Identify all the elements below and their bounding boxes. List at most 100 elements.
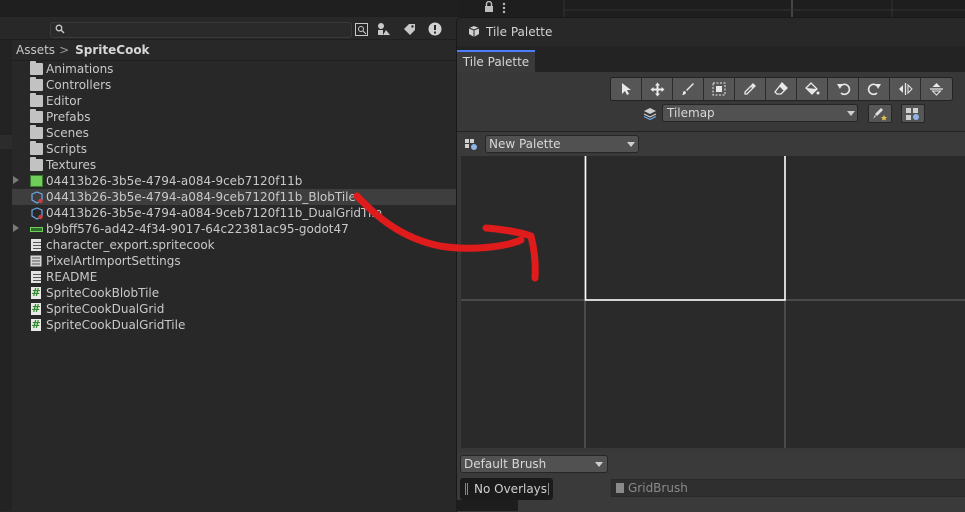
list-item-label: Controllers	[46, 78, 112, 92]
sprite-icon	[30, 175, 43, 187]
list-item[interactable]: Editor	[12, 93, 458, 109]
list-item-label: SpriteCookBlobTile	[46, 286, 160, 300]
list-item-label: Textures	[46, 158, 97, 172]
settings-asset-icon	[30, 255, 43, 267]
folder-icon	[30, 157, 43, 171]
select-tool-icon[interactable]	[611, 78, 642, 100]
fill-bucket-icon[interactable]	[797, 78, 828, 100]
breadcrumb-separator: >	[59, 43, 70, 57]
list-item[interactable]: # SpriteCookDualGridTile	[12, 317, 458, 333]
window-title: Tile Palette	[486, 25, 553, 39]
list-item[interactable]: # SpriteCookDualGrid	[12, 301, 458, 317]
sidebar-item[interactable]	[0, 135, 12, 149]
list-item-label: Scenes	[46, 126, 89, 140]
palette-row: New Palette	[457, 132, 965, 156]
list-item-label: SpriteCookDualGridTile	[46, 318, 186, 332]
list-item-label: Animations	[46, 62, 114, 76]
brush-script-field: GridBrush	[611, 479, 965, 497]
palette-value: New Palette	[489, 137, 561, 151]
breadcrumb: Assets > SpriteCook	[12, 40, 458, 60]
rotate-cw-icon[interactable]	[859, 78, 890, 100]
project-sidebar	[0, 40, 12, 511]
list-item-label: Editor	[46, 94, 82, 108]
window-titlebar[interactable]: Tile Palette	[457, 18, 965, 46]
tile-asset-icon	[30, 207, 43, 220]
brush-dropdown[interactable]: Default Brush	[460, 455, 608, 473]
list-item-label: README	[46, 270, 98, 284]
overlays-toggle[interactable]: No Overlays	[460, 478, 553, 500]
list-item[interactable]: # SpriteCookBlobTile	[12, 285, 458, 301]
folder-icon	[30, 77, 43, 91]
brush-script-value: GridBrush	[628, 481, 688, 495]
project-window: Assets > SpriteCook Animations Controlle…	[0, 0, 458, 511]
list-item[interactable]: PixelArtImportSettings	[12, 253, 458, 269]
palette-grid-canvas[interactable]	[461, 156, 965, 448]
breadcrumb-root[interactable]: Assets	[16, 43, 55, 57]
list-item[interactable]: Textures	[12, 157, 458, 173]
foldout-arrow-icon[interactable]	[13, 176, 19, 184]
overlay-handle-icon	[465, 483, 466, 495]
filter-by-label-icon[interactable]	[400, 20, 418, 38]
move-tool-icon[interactable]	[642, 78, 673, 100]
chevron-down-icon	[847, 111, 855, 116]
rotate-ccw-icon[interactable]	[828, 78, 859, 100]
overlay-handle-icon	[467, 483, 468, 495]
folder-icon	[30, 61, 43, 75]
chevron-down-icon	[595, 462, 603, 467]
active-target-row: Tilemap	[457, 102, 965, 126]
list-item-label: PixelArtImportSettings	[46, 254, 181, 268]
list-item[interactable]: Prefabs	[12, 109, 458, 125]
brush-value: Default Brush	[464, 457, 547, 471]
more-options-icon[interactable]	[502, 2, 506, 14]
filter-by-type-icon[interactable]	[375, 20, 393, 38]
tile-palette-settings-icon[interactable]	[901, 104, 925, 123]
script-icon	[616, 483, 624, 493]
list-item-label: 04413b26-3b5e-4794-a084-9ceb7120f11b	[46, 174, 303, 188]
flip-y-icon[interactable]	[921, 78, 952, 100]
tab-tile-palette[interactable]: Tile Palette	[457, 50, 535, 72]
list-item[interactable]: 04413b26-3b5e-4794-a084-9ceb7120f11b	[12, 173, 458, 189]
tile-asset-icon	[30, 191, 43, 204]
list-item[interactable]: b9bff576-ad42-4f34-9017-64c22381ac95-god…	[12, 221, 458, 237]
list-item[interactable]: 04413b26-3b5e-4794-a084-9ceb7120f11b_Dua…	[12, 205, 458, 221]
list-item[interactable]: Controllers	[12, 77, 458, 93]
tool-toolbar	[610, 77, 953, 101]
scene-view-strip	[458, 0, 965, 17]
flip-x-icon[interactable]	[890, 78, 921, 100]
list-item-label: Prefabs	[46, 110, 91, 124]
picker-icon[interactable]	[735, 78, 766, 100]
active-target-value: Tilemap	[667, 106, 715, 120]
list-item[interactable]: Animations	[12, 61, 458, 77]
list-item-label: Scripts	[46, 142, 88, 156]
eraser-icon[interactable]	[766, 78, 797, 100]
search-input[interactable]	[50, 22, 352, 38]
palette-dropdown[interactable]: New Palette	[485, 135, 639, 153]
folder-icon	[30, 93, 43, 107]
warning-toggle-icon[interactable]	[426, 20, 444, 38]
active-target-dropdown[interactable]: Tilemap	[662, 104, 858, 122]
tilemap-icon	[643, 107, 657, 120]
list-item-label: SpriteCookDualGrid	[46, 302, 165, 316]
list-item[interactable]: character_export.spritecook	[12, 237, 458, 253]
lock-icon[interactable]	[484, 1, 494, 13]
search-by-type-icon[interactable]	[352, 20, 370, 38]
document-icon	[31, 239, 41, 251]
paint-brush-icon[interactable]	[673, 78, 704, 100]
palette-icon	[464, 138, 479, 151]
script-icon: #	[31, 286, 41, 299]
list-item-selected[interactable]: 04413b26-3b5e-4794-a084-9ceb7120f11b_Blo…	[12, 189, 458, 205]
list-item-label: character_export.spritecook	[46, 238, 215, 252]
tab-bar: Tile Palette	[457, 46, 965, 72]
breadcrumb-current[interactable]: SpriteCook	[75, 43, 149, 57]
search-icon	[55, 24, 65, 34]
list-item-label: 04413b26-3b5e-4794-a084-9ceb7120f11b_Blo…	[46, 190, 356, 204]
list-item[interactable]: README	[12, 269, 458, 285]
foldout-arrow-icon[interactable]	[13, 224, 19, 232]
list-item[interactable]: Scenes	[12, 125, 458, 141]
edit-tile-icon[interactable]	[868, 104, 892, 123]
box-fill-icon[interactable]	[704, 78, 735, 100]
script-icon: #	[31, 302, 41, 315]
folder-icon	[30, 109, 43, 123]
folder-icon	[30, 141, 43, 155]
list-item[interactable]: Scripts	[12, 141, 458, 157]
